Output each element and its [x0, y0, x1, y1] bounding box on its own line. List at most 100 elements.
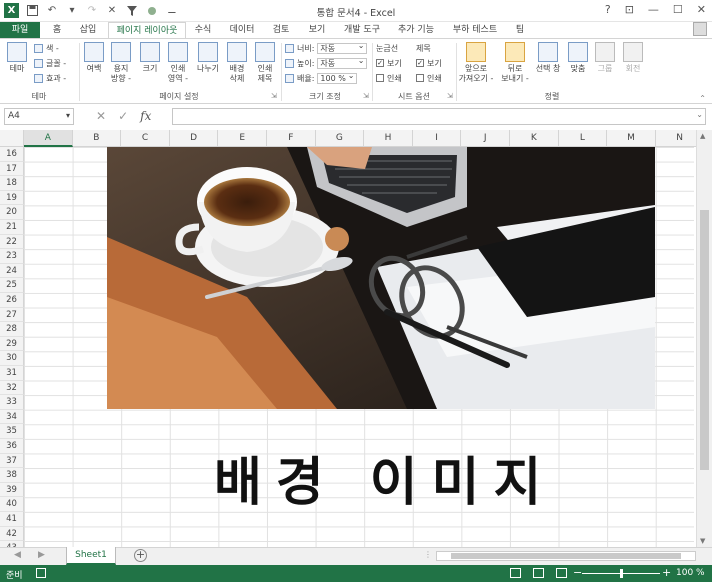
zoom-slider-knob[interactable] [620, 569, 623, 578]
ribbon-display-button[interactable]: ⊡ [625, 3, 634, 16]
enter-icon[interactable]: ✓ [118, 109, 128, 123]
tab-split-icon[interactable]: ⋮ [424, 550, 432, 559]
select-all-corner[interactable] [0, 130, 24, 147]
account-avatar[interactable] [693, 22, 707, 36]
minimize-button[interactable]: — [648, 3, 659, 16]
vertical-scroll-thumb[interactable] [700, 210, 709, 470]
sheet-options-launcher-icon[interactable]: ⇲ [447, 92, 453, 100]
row-header-21[interactable]: 21 [0, 220, 24, 235]
theme-effects-button[interactable]: 효과 - [34, 72, 66, 84]
sheet-nav-left-icon[interactable]: ◀ [14, 550, 21, 560]
print-titles-button[interactable]: 인쇄 제목 [252, 42, 278, 84]
row-header-17[interactable]: 17 [0, 161, 24, 177]
group-button[interactable]: 그룹 [594, 42, 616, 74]
row-header-38[interactable]: 38 [0, 468, 24, 483]
zoom-in-icon[interactable]: + [662, 566, 671, 579]
name-box[interactable]: A4 ▾ [4, 108, 74, 125]
tab-data[interactable]: 데이터 [224, 22, 260, 38]
column-header-f[interactable]: F [267, 130, 316, 147]
column-header-c[interactable]: C [121, 130, 170, 147]
row-header-31[interactable]: 31 [0, 366, 24, 381]
row-header-20[interactable]: 20 [0, 205, 24, 220]
size-button[interactable]: 크기 [138, 42, 162, 74]
normal-view-icon[interactable] [510, 568, 521, 578]
column-header-d[interactable]: D [169, 130, 219, 147]
column-header-m[interactable]: M [607, 130, 656, 147]
selection-pane-button[interactable]: 선택 창 [534, 42, 562, 74]
horizontal-scrollbar[interactable] [436, 551, 696, 561]
tab-team[interactable]: 팀 [508, 22, 532, 38]
tab-home[interactable]: 홈 [46, 22, 68, 38]
page-layout-view-icon[interactable] [533, 568, 544, 578]
column-header-h[interactable]: H [364, 130, 413, 147]
theme-fonts-button[interactable]: 글꼴 - [34, 57, 66, 69]
sheet-nav-right-icon[interactable]: ▶ [38, 550, 45, 560]
scale-launcher-icon[interactable]: ⇲ [363, 92, 369, 100]
column-header-g[interactable]: G [315, 130, 365, 147]
vertical-scrollbar[interactable]: ▲ ▼ [696, 130, 712, 547]
collapse-ribbon-icon[interactable]: ⌃ [699, 94, 706, 103]
page-break-view-icon[interactable] [556, 568, 567, 578]
width-select[interactable]: 자동 [317, 41, 368, 54]
themes-button[interactable]: 테마 [4, 42, 30, 74]
row-header-42[interactable]: 42 [0, 526, 24, 542]
row-header-25[interactable]: 25 [0, 278, 24, 293]
row-header-27[interactable]: 27 [0, 307, 24, 323]
headings-print-checkbox[interactable]: 인쇄 [416, 72, 442, 84]
row-header-39[interactable]: 39 [0, 482, 24, 498]
cancel-icon[interactable]: ✕ [96, 109, 106, 123]
row-header-32[interactable]: 32 [0, 380, 24, 396]
help-button[interactable]: ? [605, 3, 611, 16]
formula-input[interactable] [172, 108, 706, 125]
name-box-dropdown-icon[interactable]: ▾ [66, 108, 70, 123]
bring-forward-button[interactable]: 앞으로 가져오기 - [458, 42, 494, 84]
row-header-33[interactable]: 33 [0, 395, 24, 410]
scale-input[interactable]: 100 % [317, 71, 358, 84]
row-header-28[interactable]: 28 [0, 322, 24, 337]
column-header-e[interactable]: E [218, 130, 267, 147]
headings-view-checkbox[interactable]: ✓ 보기 [416, 57, 442, 69]
breaks-button[interactable]: 나누기 [194, 42, 222, 74]
row-header-41[interactable]: 41 [0, 512, 24, 527]
row-header-22[interactable]: 22 [0, 234, 24, 250]
column-header-i[interactable]: I [412, 130, 462, 147]
column-header-l[interactable]: L [558, 130, 608, 147]
column-header-k[interactable]: K [510, 130, 559, 147]
row-header-34[interactable]: 34 [0, 409, 24, 425]
height-select[interactable]: 자동 [317, 56, 368, 69]
send-backward-button[interactable]: 뒤로 보내기 - [498, 42, 532, 84]
margins-button[interactable]: 여백 [82, 42, 106, 74]
row-header-26[interactable]: 26 [0, 293, 24, 308]
tab-add-ins[interactable]: 추가 기능 [392, 22, 440, 38]
maximize-button[interactable]: ☐ [673, 3, 683, 16]
row-header-30[interactable]: 30 [0, 351, 24, 366]
row-header-16[interactable]: 16 [0, 147, 24, 162]
delete-background-button[interactable]: 배경 삭제 [224, 42, 250, 84]
add-sheet-icon[interactable]: + [134, 549, 147, 562]
zoom-level[interactable]: 100 % [676, 568, 705, 578]
tab-review[interactable]: 검토 [266, 22, 296, 38]
gridlines-print-checkbox[interactable]: 인쇄 [376, 72, 402, 84]
row-header-29[interactable]: 29 [0, 336, 24, 352]
tab-developer[interactable]: 개발 도구 [338, 22, 386, 38]
column-header-j[interactable]: J [461, 130, 510, 147]
sheet-tab-sheet1[interactable]: Sheet1 [66, 547, 116, 565]
gridlines-view-checkbox[interactable]: ✓ 보기 [376, 57, 402, 69]
tab-file[interactable]: 파일 [0, 22, 40, 38]
row-header-24[interactable]: 24 [0, 263, 24, 279]
rotate-button[interactable]: 회전 [622, 42, 644, 74]
row-header-40[interactable]: 40 [0, 497, 24, 512]
tab-load-test[interactable]: 부하 테스트 [446, 22, 504, 38]
theme-colors-button[interactable]: 색 - [34, 42, 59, 54]
align-button[interactable]: 맞춤 [566, 42, 590, 74]
close-button[interactable]: ✕ [697, 3, 706, 16]
row-header-23[interactable]: 23 [0, 249, 24, 264]
scroll-down-icon[interactable]: ▼ [700, 537, 705, 545]
scroll-up-icon[interactable]: ▲ [700, 132, 705, 140]
tab-view[interactable]: 보기 [302, 22, 332, 38]
print-area-button[interactable]: 인쇄 영역 - [164, 42, 192, 84]
row-header-18[interactable]: 18 [0, 176, 24, 191]
page-setup-launcher-icon[interactable]: ⇲ [271, 92, 277, 100]
tab-insert[interactable]: 삽입 [72, 22, 104, 38]
tab-page-layout[interactable]: 페이지 레이아웃 [108, 22, 186, 39]
